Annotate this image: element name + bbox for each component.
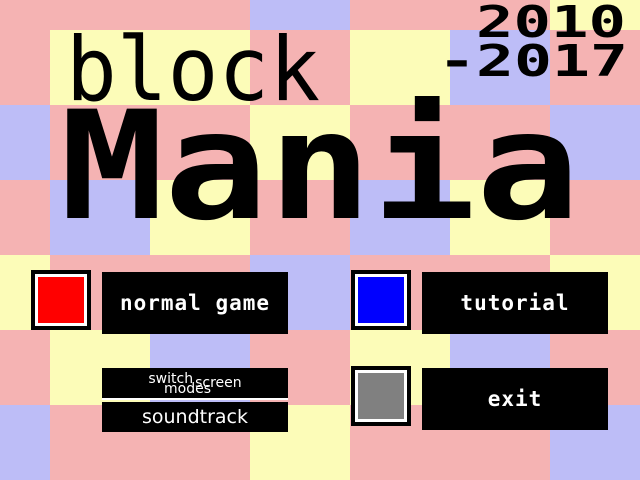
background-tile xyxy=(250,0,350,30)
background-tile xyxy=(0,330,50,405)
background-tile xyxy=(150,30,250,105)
switch-screen-modes-button[interactable]: switch screen modes xyxy=(102,368,288,400)
normal-game-button[interactable]: normal game xyxy=(102,272,288,334)
soundtrack-button[interactable]: soundtrack xyxy=(102,402,288,432)
background-tile xyxy=(250,105,350,180)
background-tile xyxy=(0,30,50,105)
exit-swatch[interactable] xyxy=(351,366,411,426)
background-tile xyxy=(550,30,640,105)
background-tile xyxy=(0,0,50,30)
background-tile xyxy=(150,105,250,180)
background-tile xyxy=(0,105,50,180)
background-tile xyxy=(50,30,150,105)
background-tile xyxy=(150,180,250,255)
soundtrack-label: soundtrack xyxy=(141,406,249,428)
red-block-icon xyxy=(38,277,84,323)
title-screen: 2010 -2017 block Mania normal game tutor… xyxy=(0,0,640,480)
background-tile xyxy=(50,105,150,180)
background-tile xyxy=(350,30,450,105)
background-tile xyxy=(350,0,450,30)
background-tile xyxy=(250,30,350,105)
modes-label: modes xyxy=(164,381,211,397)
background-tile xyxy=(450,180,550,255)
blue-block-icon xyxy=(358,277,404,323)
background-tile xyxy=(0,405,50,480)
background-tile xyxy=(450,0,550,30)
exit-button[interactable]: exit xyxy=(422,368,608,430)
gray-block-icon xyxy=(358,373,404,419)
tutorial-swatch[interactable] xyxy=(351,270,411,330)
background-tile xyxy=(350,105,450,180)
tutorial-button[interactable]: tutorial xyxy=(422,272,608,334)
background-tile xyxy=(0,180,50,255)
background-tile xyxy=(450,30,550,105)
background-tile xyxy=(50,0,150,30)
background-tile xyxy=(350,180,450,255)
background-tile xyxy=(250,180,350,255)
background-tile xyxy=(550,105,640,180)
background-tile xyxy=(450,105,550,180)
normal-game-swatch[interactable] xyxy=(31,270,91,330)
background-tile xyxy=(50,180,150,255)
background-tile xyxy=(150,0,250,30)
background-tile xyxy=(550,0,640,30)
background-tile xyxy=(550,180,640,255)
